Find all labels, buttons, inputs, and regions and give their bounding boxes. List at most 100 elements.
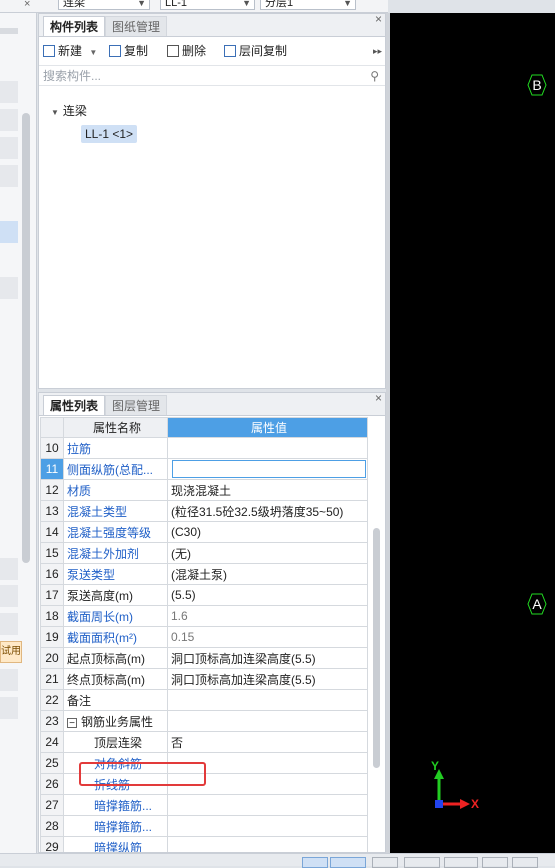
table-row[interactable]: 18 截面周长(m) 1.6 — [40, 605, 368, 627]
x-axis-label: X — [471, 797, 480, 811]
row-number: 12 — [40, 479, 64, 501]
status-button[interactable] — [444, 857, 478, 868]
table-row[interactable]: 15 混凝土外加剂 (无) — [40, 542, 368, 564]
nav-item[interactable] — [0, 165, 18, 187]
table-row[interactable]: 20 起点顶标高(m) 洞口顶标高加连梁高度(5.5) — [40, 647, 368, 669]
close-icon[interactable]: × — [375, 12, 382, 26]
nav-item[interactable] — [0, 585, 18, 607]
property-name: 材质 — [63, 479, 168, 501]
property-value[interactable]: (C30) — [167, 521, 368, 543]
row-number: 18 — [40, 605, 64, 627]
property-value[interactable]: 现浇混凝土 — [167, 479, 368, 501]
chevron-down-icon: ▼ — [343, 0, 352, 8]
axis-marker-a: A — [527, 593, 547, 615]
new-button[interactable]: 新建 ▼ — [43, 43, 97, 59]
axis-label: A — [532, 596, 542, 612]
trial-button[interactable]: 试用 — [0, 641, 22, 663]
property-value[interactable] — [167, 437, 368, 459]
table-row[interactable]: 21 终点顶标高(m) 洞口顶标高加连梁高度(5.5) — [40, 668, 368, 690]
property-value[interactable]: (混凝土泵) — [167, 563, 368, 585]
status-button[interactable] — [404, 857, 440, 868]
value-input[interactable] — [172, 460, 366, 478]
more-icon[interactable]: ▸▸ — [373, 43, 382, 59]
table-row[interactable]: 28 暗撑箍筋... — [40, 815, 368, 837]
row-number: 20 — [40, 647, 64, 669]
property-value — [167, 710, 368, 732]
nav-item[interactable] — [0, 109, 18, 131]
tree-item-ll-1[interactable]: LL-1 <1> — [81, 125, 138, 143]
table-row[interactable]: 22 备注 — [40, 689, 368, 711]
component-list-panel: 构件列表 图纸管理 × 新建 ▼ 复制 删除 层间复制 ▸▸ 搜索构件... ⚲… — [38, 12, 386, 389]
table-row[interactable]: 24 顶层连梁 否 — [40, 731, 368, 753]
highlight-box — [79, 762, 206, 786]
table-row[interactable]: 29 暗撑纵筋 — [40, 836, 368, 852]
tree-node-root[interactable]: ▼ 连梁 — [51, 102, 87, 119]
table-row[interactable]: 12 材质 现浇混凝土 — [40, 479, 368, 501]
table-row-group[interactable]: 23 − 钢筋业务属性 — [40, 710, 368, 732]
table-row[interactable]: 14 混凝土强度等级 (C30) — [40, 521, 368, 543]
caret-down-icon[interactable]: ▼ — [51, 108, 59, 117]
property-value[interactable]: 洞口顶标高加连梁高度(5.5) — [167, 668, 368, 690]
layer-value: 分层1 — [265, 0, 294, 9]
property-value[interactable]: (无) — [167, 542, 368, 564]
property-name: 混凝土强度等级 — [63, 521, 168, 543]
nav-item[interactable] — [0, 558, 18, 580]
delete-button[interactable]: 删除 — [167, 43, 206, 59]
tab-layer-management[interactable]: 图层管理 — [105, 395, 168, 415]
table-row-selected[interactable]: 11 侧面纵筋(总配... — [40, 458, 368, 480]
table-row[interactable]: 16 泵送类型 (混凝土泵) — [40, 563, 368, 585]
status-button[interactable] — [330, 857, 366, 868]
table-row[interactable]: 17 泵送高度(m) (5.5) — [40, 584, 368, 606]
nav-item[interactable] — [0, 277, 18, 299]
property-group: − 钢筋业务属性 — [63, 710, 168, 732]
table-row[interactable]: 19 截面面积(m²) 0.15 — [40, 626, 368, 648]
row-number: 16 — [40, 563, 64, 585]
table-row[interactable]: 27 暗撑箍筋... — [40, 794, 368, 816]
property-value[interactable]: 否 — [167, 731, 368, 753]
nav-item[interactable] — [0, 613, 18, 635]
table-row[interactable]: 13 混凝土类型 (粒径31.5砼32.5级坍落度35~50) — [40, 500, 368, 522]
layer-select[interactable]: 分层1 ▼ — [260, 0, 356, 10]
property-value[interactable] — [167, 815, 368, 837]
property-value[interactable] — [167, 689, 368, 711]
nav-item[interactable] — [0, 697, 18, 719]
status-button[interactable] — [372, 857, 398, 868]
copy-button[interactable]: 复制 — [109, 43, 148, 59]
drawing-canvas[interactable]: B A Y X — [390, 13, 555, 853]
status-button[interactable] — [482, 857, 508, 868]
nav-item[interactable] — [0, 137, 18, 159]
property-value[interactable] — [167, 794, 368, 816]
nav-divider — [0, 28, 18, 34]
nav-item-selected[interactable] — [0, 221, 18, 243]
left-scrollbar[interactable] — [22, 113, 30, 563]
tab-component-list[interactable]: 构件列表 — [43, 16, 106, 36]
component-type-select[interactable]: 连梁 ▼ — [58, 0, 150, 10]
property-value[interactable]: (5.5) — [167, 584, 368, 606]
property-name: 暗撑箍筋... — [63, 794, 168, 816]
property-name: 截面周长(m) — [63, 605, 168, 627]
status-button[interactable] — [302, 857, 328, 868]
close-icon[interactable]: × — [375, 393, 382, 405]
tab-property-list[interactable]: 属性列表 — [43, 395, 106, 415]
row-number: 29 — [40, 836, 64, 852]
component-name-select[interactable]: LL-1 ▼ — [160, 0, 255, 10]
collapse-icon[interactable]: − — [67, 717, 77, 728]
floor-copy-button[interactable]: 层间复制 — [224, 43, 287, 59]
search-icon[interactable]: ⚲ — [370, 66, 379, 86]
row-number: 27 — [40, 794, 64, 816]
property-value-editor[interactable] — [167, 458, 368, 480]
property-value[interactable]: 洞口顶标高加连梁高度(5.5) — [167, 647, 368, 669]
property-name: 混凝土外加剂 — [63, 542, 168, 564]
axis-label: B — [532, 77, 542, 93]
chevron-down-icon: ▼ — [89, 48, 98, 57]
table-row[interactable]: 10 拉筋 — [40, 437, 368, 459]
component-search-input[interactable]: 搜索构件... ⚲ — [39, 66, 385, 86]
close-icon[interactable]: × — [24, 0, 30, 10]
nav-item[interactable] — [0, 669, 18, 691]
property-scrollbar[interactable] — [373, 528, 380, 768]
nav-item[interactable] — [0, 81, 18, 103]
status-button[interactable] — [512, 857, 538, 868]
property-value[interactable]: (粒径31.5砼32.5级坍落度35~50) — [167, 500, 368, 522]
property-value[interactable] — [167, 836, 368, 852]
tab-drawing-management[interactable]: 图纸管理 — [105, 16, 168, 36]
